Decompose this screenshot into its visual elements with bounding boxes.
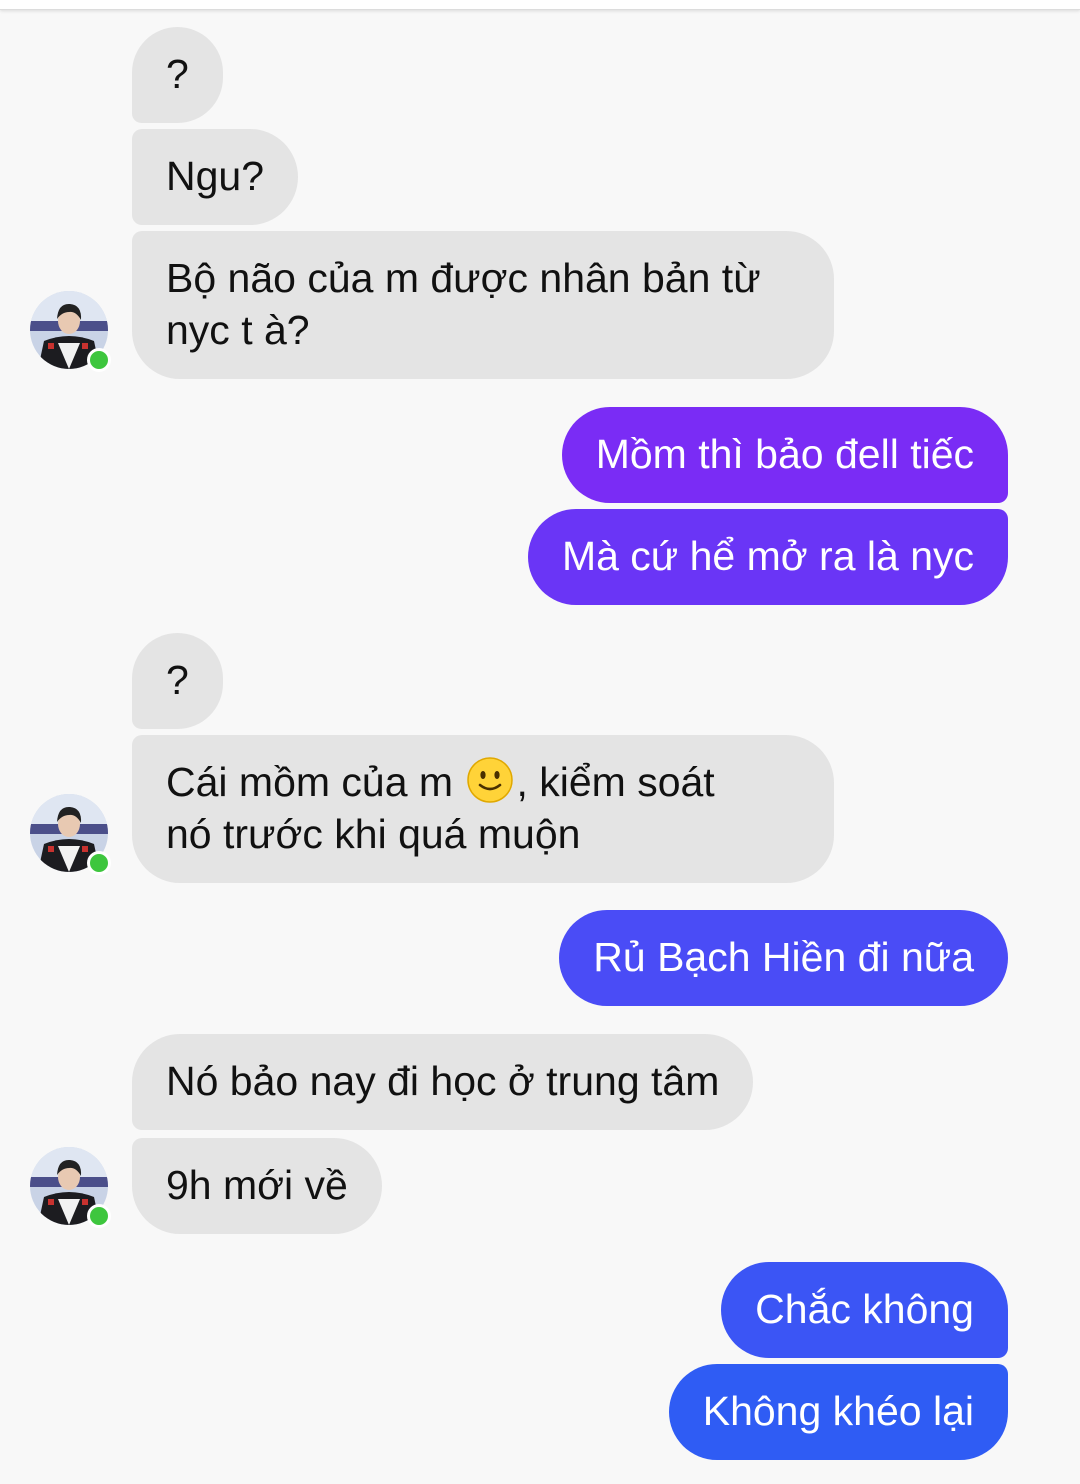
- message-text-line: nó trước khi quá muộn: [166, 811, 581, 857]
- contact-avatar[interactable]: [30, 794, 111, 875]
- incoming-message[interactable]: Nó bảo nay đi học ở trung tâm: [132, 1034, 754, 1130]
- incoming-message[interactable]: 9h mới về: [132, 1138, 382, 1234]
- incoming-message[interactable]: Cái mồm của m , kiểm soát nó trước khi q…: [132, 735, 834, 883]
- message-text: ?: [166, 657, 189, 703]
- message-text: 9h mới về: [166, 1162, 348, 1208]
- outgoing-message[interactable]: Rủ Bạch Hiền đi nữa: [559, 910, 1008, 1006]
- message-text: Mà cứ hể mở ra là nyc: [561, 533, 974, 579]
- message-text-line: Bộ não của m được nhân bản từ: [166, 255, 761, 301]
- online-status-icon: [87, 348, 111, 372]
- outgoing-message[interactable]: Mồm thì bảo đell tiếc: [561, 407, 1008, 503]
- message-text: Cái mồm của m: [166, 759, 465, 805]
- message-text: ?: [166, 51, 189, 97]
- contact-avatar[interactable]: [30, 291, 111, 372]
- incoming-message[interactable]: ?: [132, 633, 223, 729]
- online-status-icon: [87, 1204, 111, 1228]
- slightly-smiling-face-icon: [467, 757, 514, 803]
- message-text: , kiểm soát: [516, 759, 715, 805]
- contact-avatar[interactable]: [30, 1147, 111, 1228]
- online-status-icon: [87, 851, 111, 875]
- message-text: Mồm thì bảo đell tiếc: [595, 431, 974, 477]
- message-text: Chắc không: [755, 1286, 974, 1332]
- message-text-line: Cái mồm của m , kiểm soát: [166, 756, 800, 808]
- incoming-message[interactable]: Bộ não của m được nhân bản từ nyc t à?: [132, 231, 834, 379]
- message-text-line: nyc t à?: [166, 307, 310, 353]
- message-text: Không khéo lại: [702, 1388, 974, 1434]
- message-text: Rủ Bạch Hiền đi nữa: [593, 934, 974, 980]
- message-text: Ngu?: [166, 153, 265, 199]
- outgoing-message[interactable]: Mà cứ hể mở ra là nyc: [527, 509, 1008, 605]
- incoming-message[interactable]: ?: [132, 27, 223, 123]
- outgoing-message[interactable]: Không khéo lại: [668, 1364, 1008, 1460]
- message-text: Nó bảo nay đi học ở trung tâm: [166, 1058, 720, 1104]
- top-app-bar-edge: [0, 0, 1080, 10]
- outgoing-message[interactable]: Chắc không: [721, 1262, 1008, 1358]
- incoming-message[interactable]: Ngu?: [132, 129, 299, 225]
